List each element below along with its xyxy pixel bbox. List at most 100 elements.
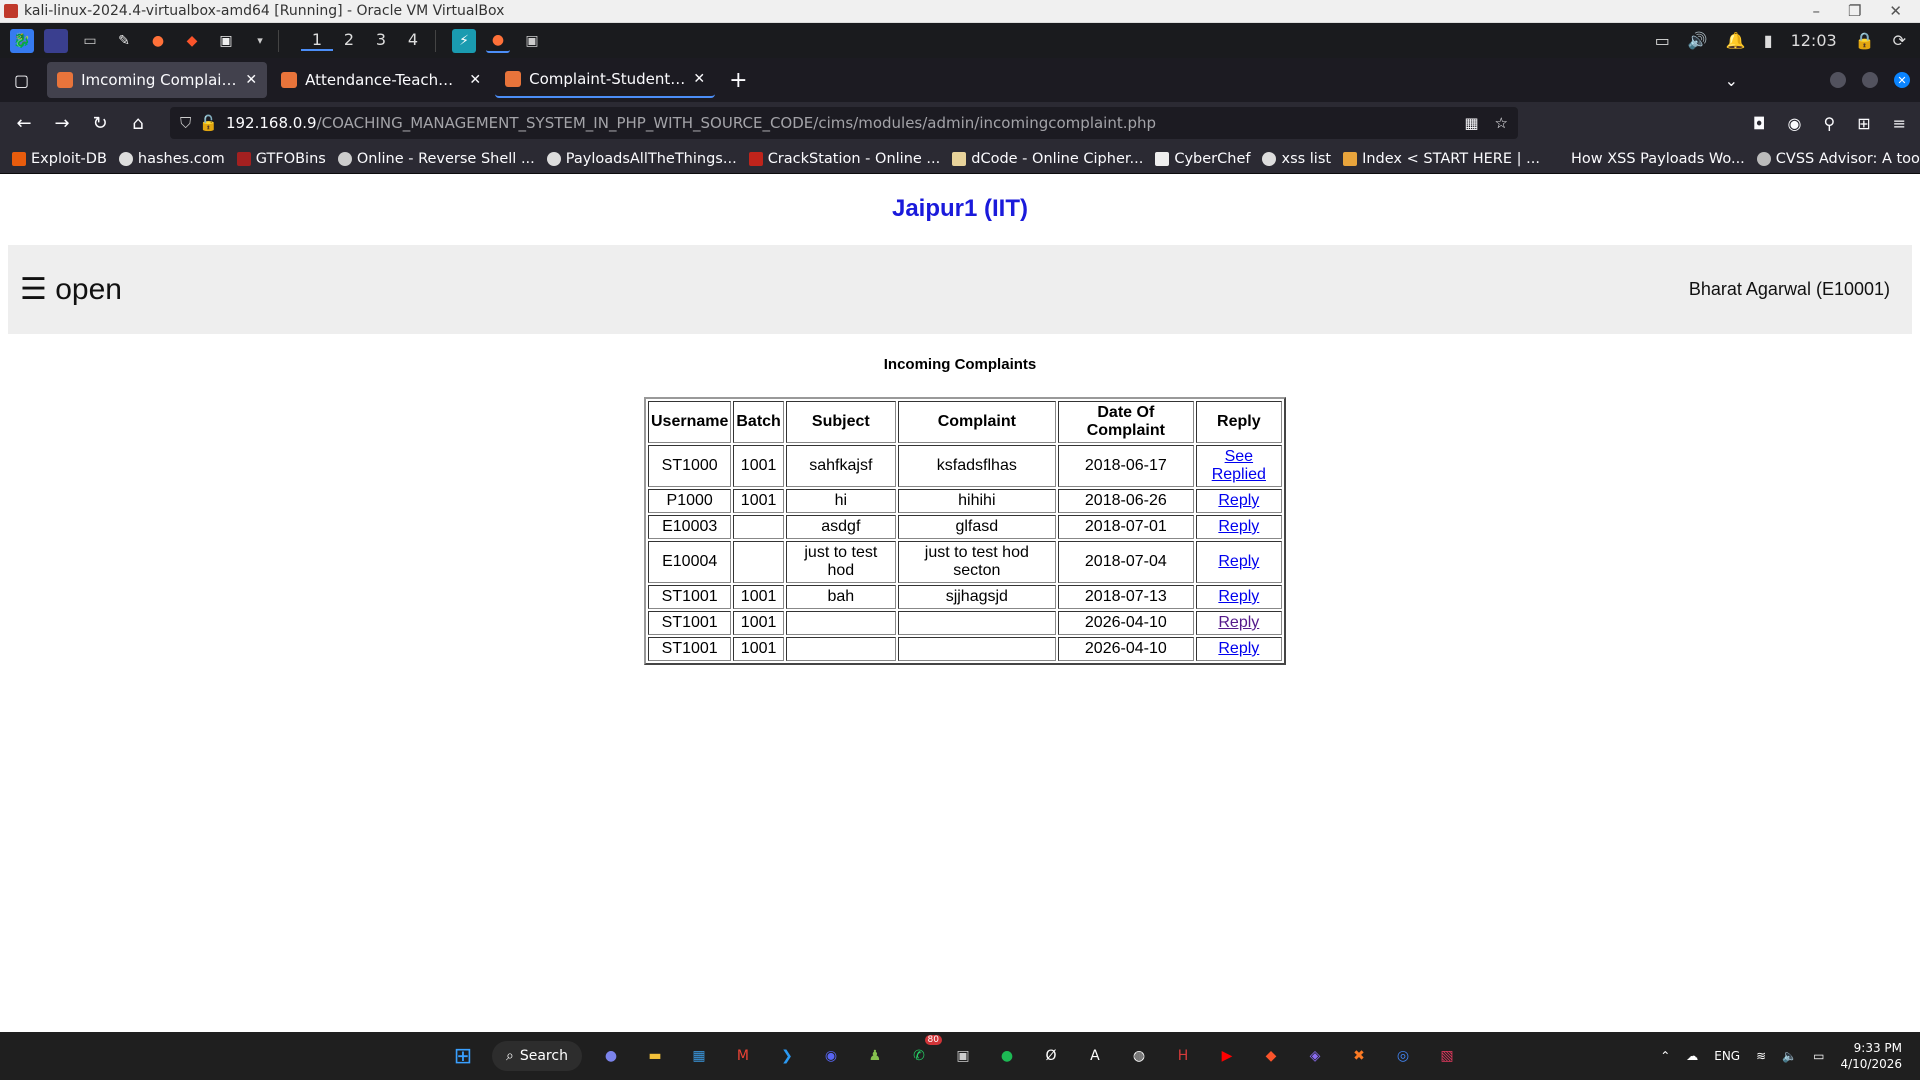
terminal-window-icon[interactable]: ▣: [520, 29, 544, 53]
file-explorer-icon[interactable]: ▬: [640, 1041, 670, 1071]
windows-start-icon[interactable]: ⊞: [448, 1041, 478, 1071]
desktop-icon[interactable]: [44, 28, 68, 53]
forward-icon[interactable]: →: [44, 113, 80, 134]
reply-link[interactable]: Reply: [1218, 614, 1259, 631]
brave-taskbar-icon[interactable]: ◆: [1256, 1041, 1286, 1071]
brave-icon[interactable]: ◆: [180, 29, 204, 53]
insecure-lock-icon[interactable]: 🔓: [199, 114, 218, 132]
open-sidebar-button[interactable]: ☰ open: [20, 272, 122, 307]
bookmark-exploit-db[interactable]: Exploit-DB: [12, 151, 107, 167]
github-desktop-icon[interactable]: ◍: [1124, 1041, 1154, 1071]
speaker-icon[interactable]: 🔈: [1782, 1049, 1797, 1063]
tab-overview-icon[interactable]: ▢: [14, 71, 29, 90]
restore-button[interactable]: ❐: [1848, 2, 1861, 20]
chrome-icon[interactable]: ◎: [1388, 1041, 1418, 1071]
firefox-icon[interactable]: ●: [146, 29, 170, 53]
bookmark-payloads[interactable]: PayloadsAllTheThings...: [546, 151, 737, 167]
window-close-dot[interactable]: ✕: [1894, 72, 1910, 88]
taskbar-clock[interactable]: 9:33 PM 4/10/2026: [1840, 1040, 1902, 1072]
bookmark-cyberchef[interactable]: CyberChef: [1155, 151, 1250, 167]
file-manager-icon[interactable]: ▭: [78, 29, 102, 53]
reply-link[interactable]: Reply: [1218, 492, 1259, 509]
workspace-4[interactable]: 4: [397, 30, 429, 51]
bookmark-hashes[interactable]: hashes.com: [118, 151, 225, 167]
close-tab-icon[interactable]: ✕: [245, 72, 257, 88]
battery-tray-icon[interactable]: ▭: [1813, 1049, 1824, 1063]
bookmark-xss-list[interactable]: xss list: [1262, 151, 1331, 167]
text-editor-icon[interactable]: ✎: [112, 29, 136, 53]
bookmark-star-icon[interactable]: ☆: [1495, 114, 1508, 132]
addons-icon[interactable]: ⊞: [1857, 114, 1870, 133]
tab-incoming-complaints[interactable]: Imcoming Complaints-CIMS ✕: [47, 62, 268, 98]
store-icon[interactable]: ▦: [684, 1041, 714, 1071]
youtube-icon[interactable]: ▶: [1212, 1041, 1242, 1071]
screen-icon[interactable]: ▭: [1655, 31, 1670, 50]
new-tab-button[interactable]: +: [729, 68, 747, 93]
bookmark-gtfobins[interactable]: GTFOBins: [236, 151, 326, 167]
lock-icon[interactable]: 🔒: [1855, 31, 1875, 50]
list-tabs-chevron-icon[interactable]: ⌄: [1725, 71, 1738, 90]
close-button[interactable]: ✕: [1889, 2, 1902, 20]
close-tab-icon[interactable]: ✕: [693, 71, 705, 87]
notification-bell-icon[interactable]: 🔔: [1726, 31, 1746, 50]
taskbar-search[interactable]: ⌕ Search: [492, 1041, 582, 1071]
xampp-icon[interactable]: ✖: [1344, 1041, 1374, 1071]
account-icon[interactable]: ◉: [1788, 114, 1802, 133]
teams-icon[interactable]: ●: [596, 1041, 626, 1071]
wifi-icon[interactable]: ≋: [1756, 1049, 1766, 1063]
notion-icon[interactable]: Ø: [1036, 1041, 1066, 1071]
workspace-3[interactable]: 3: [365, 30, 397, 51]
gmail-icon[interactable]: M: [728, 1041, 758, 1071]
pocket-icon[interactable]: ◘: [1753, 114, 1766, 133]
index-icon: [1343, 151, 1358, 166]
chess-icon[interactable]: ♟: [860, 1041, 890, 1071]
see-replied-link[interactable]: See Replied: [1212, 448, 1266, 483]
workspace-1[interactable]: 1: [301, 30, 333, 51]
bookmark-xss-payloads[interactable]: How XSS Payloads Wo...: [1551, 151, 1745, 167]
app-window-icon[interactable]: ⚡: [452, 28, 476, 53]
power-icon[interactable]: ⟳: [1893, 31, 1906, 50]
bookmark-index-start-here[interactable]: Index < START HERE | ...: [1343, 151, 1540, 167]
bookmark-crackstation[interactable]: CrackStation - Online ...: [748, 151, 940, 167]
app-a-icon[interactable]: A: [1080, 1041, 1110, 1071]
reply-link[interactable]: Reply: [1218, 553, 1259, 570]
firefox-window-icon[interactable]: ●: [486, 29, 510, 53]
obsidian-icon[interactable]: ◈: [1300, 1041, 1330, 1071]
reload-icon[interactable]: ↻: [82, 113, 118, 134]
home-icon[interactable]: ⌂: [120, 113, 156, 134]
language-indicator[interactable]: ENG: [1714, 1049, 1740, 1063]
url-bar[interactable]: ⛉ 🔓 192.168.0.9/COACHING_MANAGEMENT_SYST…: [170, 107, 1518, 139]
discord-icon[interactable]: ◉: [816, 1041, 846, 1071]
panel-clock[interactable]: 12:03: [1791, 31, 1837, 50]
bookmark-cvss-advisor[interactable]: CVSS Advisor: A tool t...: [1756, 151, 1920, 167]
qr-code-icon[interactable]: ▦: [1464, 114, 1478, 132]
workspace-2[interactable]: 2: [333, 30, 365, 51]
menu-hamburger-icon[interactable]: ≡: [1893, 114, 1906, 133]
hackerrank-icon[interactable]: H: [1168, 1041, 1198, 1071]
tab-attendance-teachers[interactable]: Attendance-Teachers-CIMS ✕: [271, 62, 491, 98]
tray-chevron-icon[interactable]: ⌃: [1660, 1049, 1670, 1063]
virtualbox-taskbar-icon[interactable]: ▧: [1432, 1041, 1462, 1071]
terminal-taskbar-icon[interactable]: ▣: [948, 1041, 978, 1071]
chevron-down-icon[interactable]: ▾: [248, 29, 272, 53]
kali-menu-icon[interactable]: 🐉: [10, 28, 34, 53]
tab-complaint-students[interactable]: Complaint-Students-CIMS ✕: [495, 62, 716, 98]
reply-link[interactable]: Reply: [1218, 640, 1259, 657]
bookmark-dcode[interactable]: dCode - Online Cipher...: [952, 151, 1143, 167]
spotify-icon[interactable]: ●: [992, 1041, 1022, 1071]
close-tab-icon[interactable]: ✕: [469, 72, 481, 88]
terminal-icon[interactable]: ▣: [214, 29, 238, 53]
reply-link[interactable]: Reply: [1218, 588, 1259, 605]
back-icon[interactable]: ←: [6, 113, 42, 134]
window-minimize-dot[interactable]: [1830, 72, 1846, 88]
shield-icon[interactable]: ⛉: [180, 114, 191, 132]
volume-icon[interactable]: 🔊: [1688, 31, 1708, 50]
onedrive-icon[interactable]: ☁: [1686, 1049, 1698, 1063]
vscode-icon[interactable]: ❯: [772, 1041, 802, 1071]
whatsapp-icon[interactable]: ✆ 80: [904, 1035, 942, 1071]
bookmark-reverse-shell[interactable]: Online - Reverse Shell ...: [337, 151, 535, 167]
window-maximize-dot[interactable]: [1862, 72, 1878, 88]
reply-link[interactable]: Reply: [1218, 518, 1259, 535]
minimize-button[interactable]: –: [1812, 2, 1820, 20]
extensions-icon[interactable]: ⚲: [1823, 114, 1835, 133]
